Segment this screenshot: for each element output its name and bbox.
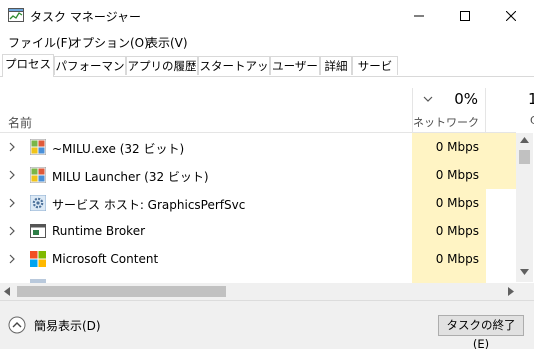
expand-chevron-icon[interactable] (9, 142, 16, 152)
menu-view[interactable]: 表示(V) (146, 34, 188, 51)
network-cell: 0 Mbps (412, 217, 486, 245)
tab-bar: プロセス パフォーマンス アプリの履歴 スタートアップ ユーザー 詳細 サービス (0, 54, 534, 92)
minimize-button[interactable] (396, 0, 442, 32)
tab-app-history[interactable]: アプリの履歴 (126, 56, 198, 75)
expand-chevron-icon[interactable] (9, 254, 16, 264)
gear-icon (30, 195, 46, 211)
tab-processes[interactable]: プロセス (2, 54, 54, 77)
scroll-up-arrow-icon[interactable] (520, 137, 529, 143)
vertical-scroll-thumb[interactable] (519, 150, 530, 164)
scroll-down-arrow-icon[interactable] (520, 269, 529, 275)
column-header: 名前 0% ネットワーク 1 C (0, 78, 534, 132)
process-name: サービス ホスト: GraphicsPerfSvc (52, 198, 246, 212)
tab-startup[interactable]: スタートアップ (198, 56, 270, 92)
network-column-label: ネットワーク (413, 116, 479, 129)
process-name: ~MILU.exe (32 ビット) (52, 142, 185, 156)
end-task-button[interactable]: タスクの終了(E) (438, 315, 524, 349)
task-manager-app-icon (8, 8, 24, 22)
network-usage-percent: 0% (454, 90, 478, 108)
network-cell (412, 273, 486, 283)
menu-options[interactable]: オプション(O) (70, 34, 149, 51)
table-row[interactable]: Runtime Broker 0 Mbps (0, 217, 516, 245)
network-column-header[interactable]: 0% ネットワーク (412, 88, 486, 132)
table-row[interactable]: ~MILU.exe (32 ビット) 0 Mbps (0, 133, 516, 161)
process-name: Runtime Broker (52, 224, 146, 238)
tab-performance[interactable]: パフォーマンス (54, 56, 126, 92)
network-value: 0 Mbps (435, 252, 479, 266)
network-value: 0 Mbps (435, 224, 479, 238)
sort-descending-icon (423, 96, 433, 102)
milu-icon (30, 167, 46, 183)
process-name: MILU Launcher (32 ビット) (52, 170, 209, 184)
maximize-icon (460, 11, 470, 21)
close-button[interactable] (488, 0, 534, 32)
table-row[interactable]: MILU Launcher (32 ビット) 0 Mbps (0, 161, 516, 189)
network-value: 0 Mbps (435, 168, 479, 182)
scroll-right-arrow-icon[interactable] (508, 287, 514, 296)
fewer-details-label: 簡易表示(D) (34, 318, 101, 333)
horizontal-scrollbar[interactable] (0, 283, 534, 300)
tab-users[interactable]: ユーザー (270, 56, 320, 75)
next-column-percent: 1 (528, 90, 534, 108)
expand-chevron-icon[interactable] (9, 198, 16, 208)
menu-bar: ファイル(F) オプション(O) 表示(V) (0, 32, 534, 52)
network-value: 0 Mbps (435, 140, 479, 154)
next-column-label: C (530, 114, 534, 127)
network-cell: 0 Mbps (412, 245, 486, 273)
process-name: Microsoft Content (52, 252, 159, 266)
minimize-icon (414, 15, 424, 17)
fewer-details-button[interactable]: 簡易表示(D) (8, 315, 101, 335)
network-cell: 0 Mbps (412, 189, 486, 217)
window-title: タスク マネージャー (30, 10, 141, 24)
network-cell: 0 Mbps (412, 161, 486, 189)
network-value: 0 Mbps (435, 196, 479, 210)
name-column-header[interactable]: 名前 (8, 114, 32, 131)
menu-file[interactable]: ファイル(F) (8, 34, 72, 51)
next-cell (486, 161, 516, 189)
expand-chevron-icon[interactable] (9, 170, 16, 180)
footer-bar: 簡易表示(D) タスクの終了(E) (0, 300, 534, 349)
maximize-button[interactable] (442, 0, 488, 32)
milu-icon (30, 139, 46, 155)
microsoft-logo-icon (30, 251, 46, 267)
next-cell (486, 133, 516, 161)
collapse-up-icon (8, 316, 26, 334)
broker-window-icon (30, 224, 46, 238)
task-manager-window: タスク マネージャー ファイル(F) オプション(O) 表示(V) プロセス パ… (0, 0, 534, 349)
scrollbar-corner (517, 283, 534, 300)
tab-details[interactable]: 詳細 (320, 56, 352, 75)
expand-chevron-icon[interactable] (9, 226, 16, 236)
table-row-partial[interactable] (0, 273, 516, 283)
next-column-header[interactable]: 1 C (486, 88, 534, 132)
tab-services[interactable]: サービス (352, 56, 398, 92)
scroll-left-arrow-icon[interactable] (4, 287, 10, 296)
table-row[interactable]: サービス ホスト: GraphicsPerfSvc 0 Mbps (0, 189, 516, 217)
close-icon (506, 11, 516, 21)
network-cell: 0 Mbps (412, 133, 486, 161)
table-row[interactable]: Microsoft Content 0 Mbps (0, 245, 516, 273)
process-list: ~MILU.exe (32 ビット) 0 Mbps MILU Launcher … (0, 133, 516, 283)
vertical-scrollbar[interactable] (516, 133, 533, 282)
title-bar: タスク マネージャー (0, 0, 534, 32)
horizontal-scroll-thumb[interactable] (17, 286, 226, 297)
